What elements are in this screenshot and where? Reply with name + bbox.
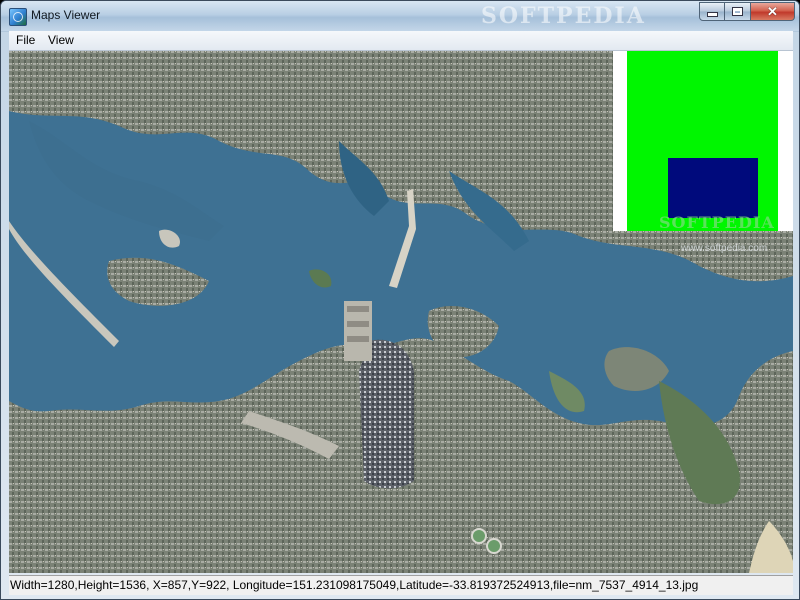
minimap[interactable] <box>613 51 793 231</box>
status-text: Width=1280,Height=1536, X=857,Y=922, Lon… <box>10 578 699 592</box>
app-globe-icon[interactable] <box>9 8 27 26</box>
minimap-viewport[interactable] <box>668 158 758 218</box>
maximize-icon <box>733 8 742 15</box>
background-watermark: SOFTPEDIA <box>481 3 646 29</box>
window-title: Maps Viewer <box>31 8 101 22</box>
map-view[interactable]: SOFTPEDIA www.softpedia.com <box>9 51 793 573</box>
menu-bar: File View <box>9 31 793 51</box>
minimize-icon <box>706 12 718 17</box>
close-button[interactable]: ✕ <box>751 2 795 21</box>
menu-file[interactable]: File <box>12 33 39 47</box>
close-icon: ✕ <box>767 3 778 19</box>
caption-buttons: ✕ <box>699 2 795 22</box>
softpedia-watermark: SOFTPEDIA <box>659 213 775 232</box>
menu-view[interactable]: View <box>44 33 78 47</box>
maximize-button[interactable] <box>725 2 751 21</box>
softpedia-url: www.softpedia.com <box>681 243 768 254</box>
title-bar[interactable]: SOFTPEDIA Maps Viewer ✕ <box>1 1 799 31</box>
minimize-button[interactable] <box>699 2 725 21</box>
maps-viewer-window: SOFTPEDIA Maps Viewer ✕ File View SOFTPE… <box>0 0 800 600</box>
status-bar: Width=1280,Height=1536, X=857,Y=922, Lon… <box>9 575 793 595</box>
